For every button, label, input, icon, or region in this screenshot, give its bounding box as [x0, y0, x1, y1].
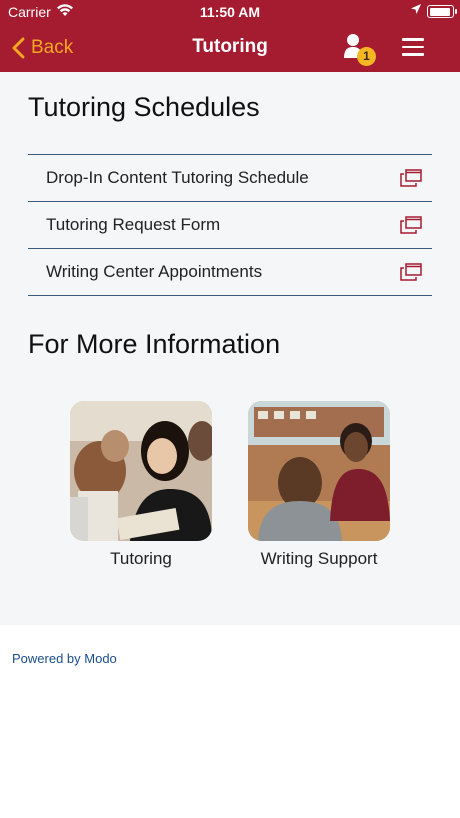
- external-link-icon: [400, 169, 422, 187]
- notification-badge: 1: [357, 47, 376, 66]
- external-link-icon: [400, 263, 422, 281]
- location-arrow-icon: [410, 3, 422, 19]
- link-label: Drop-In Content Tutoring Schedule: [46, 168, 309, 187]
- tile-label: Writing Support: [260, 549, 378, 568]
- link-drop-in-schedule[interactable]: Drop-In Content Tutoring Schedule: [28, 155, 432, 202]
- tile-label: Tutoring: [110, 549, 172, 568]
- hamburger-icon-bar: [402, 38, 424, 41]
- profile-button[interactable]: 1: [344, 33, 376, 67]
- tile-writing-support[interactable]: Writing Support: [248, 401, 390, 569]
- hamburger-icon-bar: [402, 45, 424, 48]
- writing-support-photo: [248, 401, 390, 541]
- link-label: Tutoring Request Form: [46, 215, 221, 234]
- link-writing-center-appointments[interactable]: Writing Center Appointments: [28, 249, 432, 296]
- main-content: Tutoring Schedules Drop-In Content Tutor…: [0, 72, 460, 625]
- more-info-heading: For More Information: [28, 329, 281, 359]
- tile-tutoring[interactable]: Tutoring: [70, 401, 212, 569]
- app-header: Carrier 11:50 AM Back Tutoring 1: [0, 0, 460, 72]
- powered-by-link[interactable]: Powered by Modo: [12, 651, 117, 666]
- battery-icon: [427, 5, 457, 18]
- schedules-heading: Tutoring Schedules: [28, 92, 260, 122]
- external-link-icon: [400, 216, 422, 234]
- page-title: Tutoring: [192, 36, 268, 57]
- link-tutoring-request-form[interactable]: Tutoring Request Form: [28, 202, 432, 249]
- navigation-bar: Back Tutoring 1: [0, 24, 460, 72]
- tutoring-photo: [70, 401, 212, 541]
- hamburger-icon-bar: [402, 53, 424, 56]
- status-bar: Carrier 11:50 AM: [0, 0, 460, 24]
- clock: 11:50 AM: [199, 4, 261, 20]
- schedule-links-list: Drop-In Content Tutoring Schedule Tutori…: [28, 154, 432, 296]
- link-label: Writing Center Appointments: [46, 262, 263, 281]
- menu-button[interactable]: [402, 38, 424, 56]
